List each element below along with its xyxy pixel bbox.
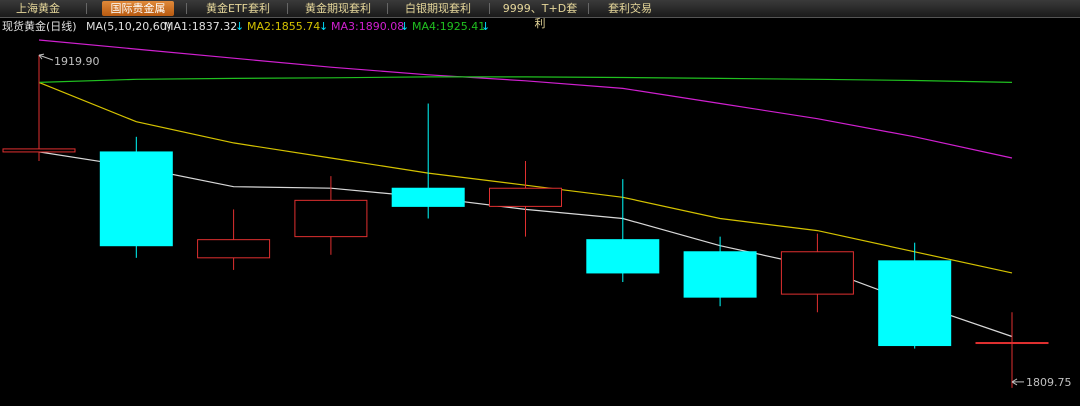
candle <box>197 209 271 270</box>
candle-body <box>878 260 952 347</box>
candle <box>878 242 952 349</box>
candlestick-chart: 1919.90 1809.75 <box>2 39 1072 389</box>
candle-body <box>391 187 465 207</box>
candle-body <box>975 342 1049 345</box>
candle-body <box>294 199 368 238</box>
candle <box>780 233 854 313</box>
candle-body <box>99 151 173 247</box>
candle-body <box>489 187 562 207</box>
candle <box>2 55 76 162</box>
candle <box>391 103 465 219</box>
low-price-label: 1809.75 <box>1026 376 1072 389</box>
candle-body <box>197 239 271 259</box>
candle <box>99 136 173 258</box>
ma3-line <box>38 39 1013 159</box>
candle-body <box>683 251 757 298</box>
candle <box>489 161 562 237</box>
candle <box>683 236 757 307</box>
candle-body <box>586 239 660 274</box>
candle-body <box>2 148 76 153</box>
ma4-line <box>38 76 1013 83</box>
high-price-label: 1919.90 <box>54 55 100 68</box>
candle-body <box>780 251 854 295</box>
